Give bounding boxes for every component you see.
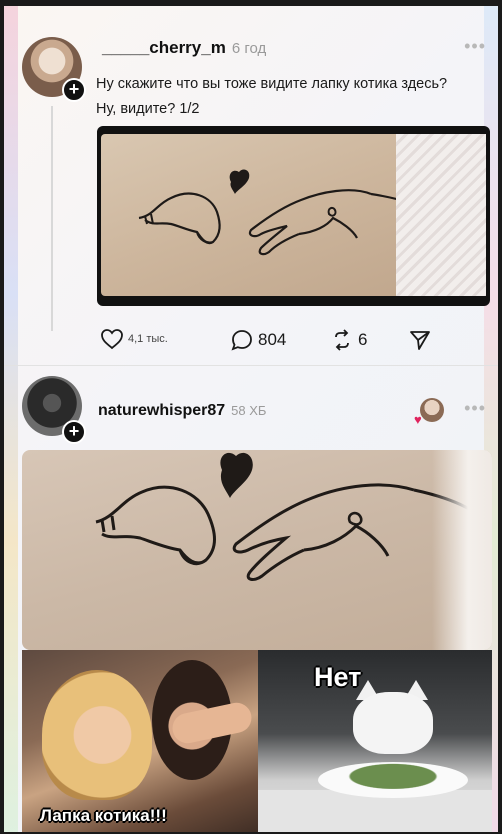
background-pattern <box>396 134 486 296</box>
post-username[interactable]: naturewhisper87 58 ХБ <box>98 402 266 420</box>
meme-image[interactable] <box>22 650 492 832</box>
meme-caption-right: Нет <box>314 662 362 692</box>
more-icon[interactable]: ••• <box>464 398 486 419</box>
post-username[interactable]: _____cherry_m 6 год <box>102 38 266 58</box>
follow-plus-icon[interactable]: + <box>62 78 86 102</box>
background-fade <box>432 450 492 650</box>
like-button[interactable]: 4,1 тыс. <box>100 328 168 350</box>
post-1: + _____cherry_m 6 год ••• Ну скажите что … <box>4 6 498 366</box>
tattoo-drawing <box>95 452 475 581</box>
cat-figure <box>353 692 433 754</box>
repost-icon <box>335 329 349 351</box>
username-text[interactable]: _____cherry_m <box>102 38 226 57</box>
woman-figure <box>42 670 152 800</box>
thread-line <box>51 106 53 331</box>
post-time: 58 ХБ <box>231 403 267 418</box>
heart-icon: ♥ <box>414 412 422 427</box>
liked-by-avatar[interactable] <box>420 398 444 422</box>
follow-plus-icon[interactable]: + <box>62 420 86 444</box>
meme-woman-panel <box>22 650 258 832</box>
meme-caption-left: Лапка котика!!! <box>40 806 167 825</box>
username-text[interactable]: naturewhisper87 <box>98 402 225 419</box>
share-button[interactable] <box>408 328 432 352</box>
comment-icon <box>231 330 252 351</box>
post-2: + naturewhisper87 58 ХБ ♥ ••• Лапка коти… <box>4 366 498 832</box>
post-text: Ну скажите что вы тоже видите лапку коти… <box>96 76 448 117</box>
post-actions: 4,1 тыс. 804 6 <box>100 328 440 358</box>
like-count: 4,1 тыс. <box>128 333 168 345</box>
comment-button[interactable]: 804 <box>230 328 286 352</box>
comment-count: 804 <box>258 330 287 349</box>
post-image[interactable] <box>22 450 492 650</box>
meme-cat-panel <box>258 650 492 832</box>
send-icon <box>410 331 430 350</box>
salad-plate <box>318 762 468 798</box>
feed-screen: + _____cherry_m 6 год ••• Ну скажите что … <box>4 6 498 832</box>
repost-count: 6 <box>358 330 368 349</box>
more-icon[interactable]: ••• <box>464 36 486 57</box>
heart-icon <box>101 329 123 350</box>
post-time: 6 год <box>231 40 267 57</box>
repost-button[interactable]: 6 <box>330 328 367 352</box>
post-image[interactable] <box>97 126 490 306</box>
